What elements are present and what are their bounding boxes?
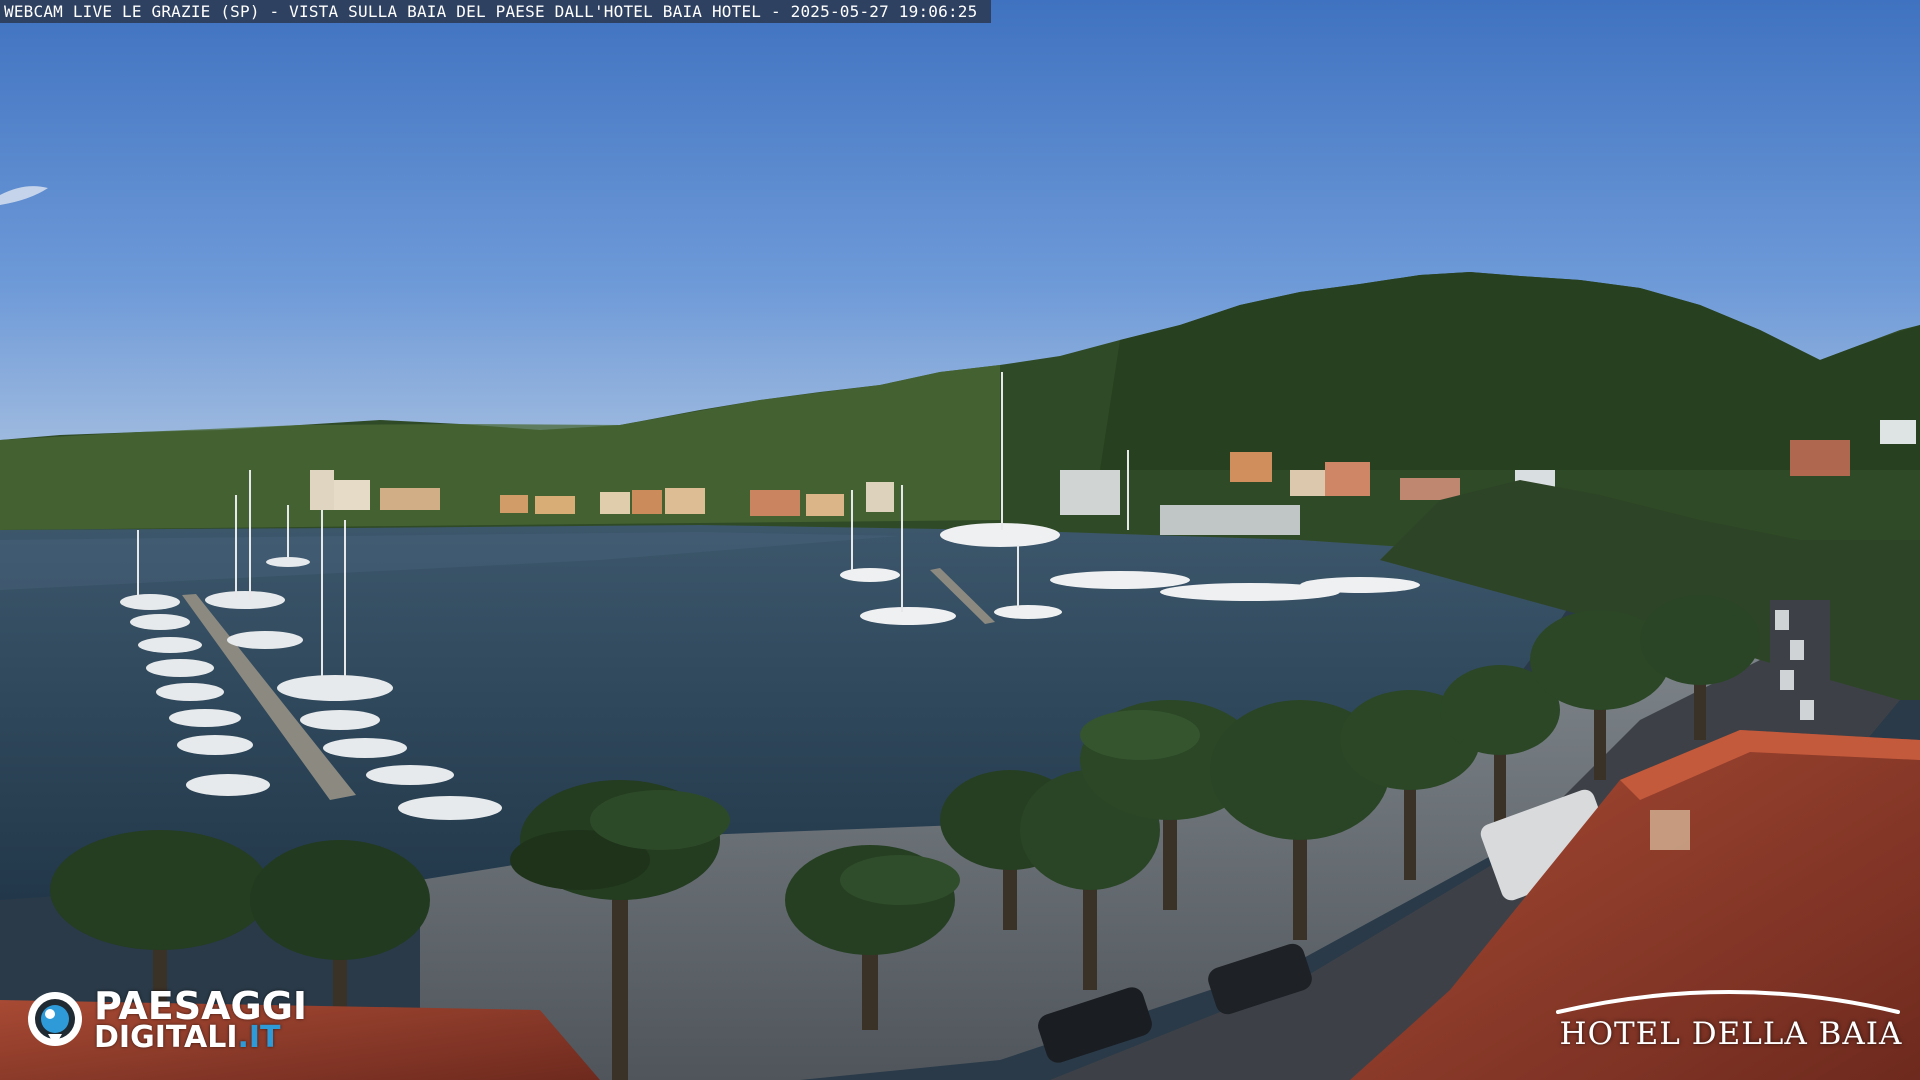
building (866, 482, 894, 512)
building (1230, 452, 1272, 482)
building (1400, 478, 1460, 500)
boat (366, 765, 454, 785)
boat (177, 735, 253, 755)
building (334, 480, 370, 510)
boat (323, 738, 407, 758)
building (632, 490, 662, 514)
logo-line2-tld: .IT (237, 1020, 281, 1055)
building (600, 492, 630, 514)
palm-tree (50, 830, 270, 1010)
boat (277, 675, 393, 701)
boat (169, 709, 241, 727)
building (380, 488, 440, 510)
paesaggi-digitali-logo: PAESAGGI DIGITALI.IT (26, 986, 346, 1054)
building (750, 490, 800, 516)
camera-eye-icon (28, 992, 82, 1046)
boat (940, 523, 1060, 547)
boat (860, 607, 956, 625)
boat (300, 710, 380, 730)
boat (1300, 577, 1420, 593)
boat (227, 631, 303, 649)
building (1880, 420, 1916, 444)
building (1325, 462, 1370, 496)
harbor-scene (0, 0, 1920, 1080)
building (1060, 470, 1120, 515)
boat (205, 591, 285, 609)
boat (186, 774, 270, 796)
boat (120, 594, 180, 610)
building (1290, 470, 1330, 496)
building (310, 470, 334, 510)
boat (146, 659, 214, 677)
logo-line2-main: DIGITALI (94, 1020, 238, 1055)
arc-icon (1556, 990, 1900, 1014)
building (1790, 440, 1850, 476)
building (806, 494, 844, 516)
hotel-wall (1650, 810, 1690, 850)
boat (840, 568, 900, 582)
boat (130, 614, 190, 630)
building (1160, 505, 1300, 535)
building (665, 488, 705, 514)
hotel-della-baia-logo: HOTEL DELLA BAIA (1550, 980, 1910, 1060)
building (500, 495, 528, 513)
boat (138, 637, 202, 653)
webcam-frame: WEBCAM LIVE LE GRAZIE (SP) - VISTA SULLA… (0, 0, 1920, 1080)
boat (994, 605, 1062, 619)
hotel-name: HOTEL DELLA BAIA (1559, 1016, 1903, 1052)
webcam-caption: WEBCAM LIVE LE GRAZIE (SP) - VISTA SULLA… (0, 0, 992, 23)
boat (398, 796, 502, 820)
boat (1050, 571, 1190, 589)
logo-line2: DIGITALI.IT (94, 1022, 281, 1054)
boat (156, 683, 224, 701)
building (535, 496, 575, 514)
